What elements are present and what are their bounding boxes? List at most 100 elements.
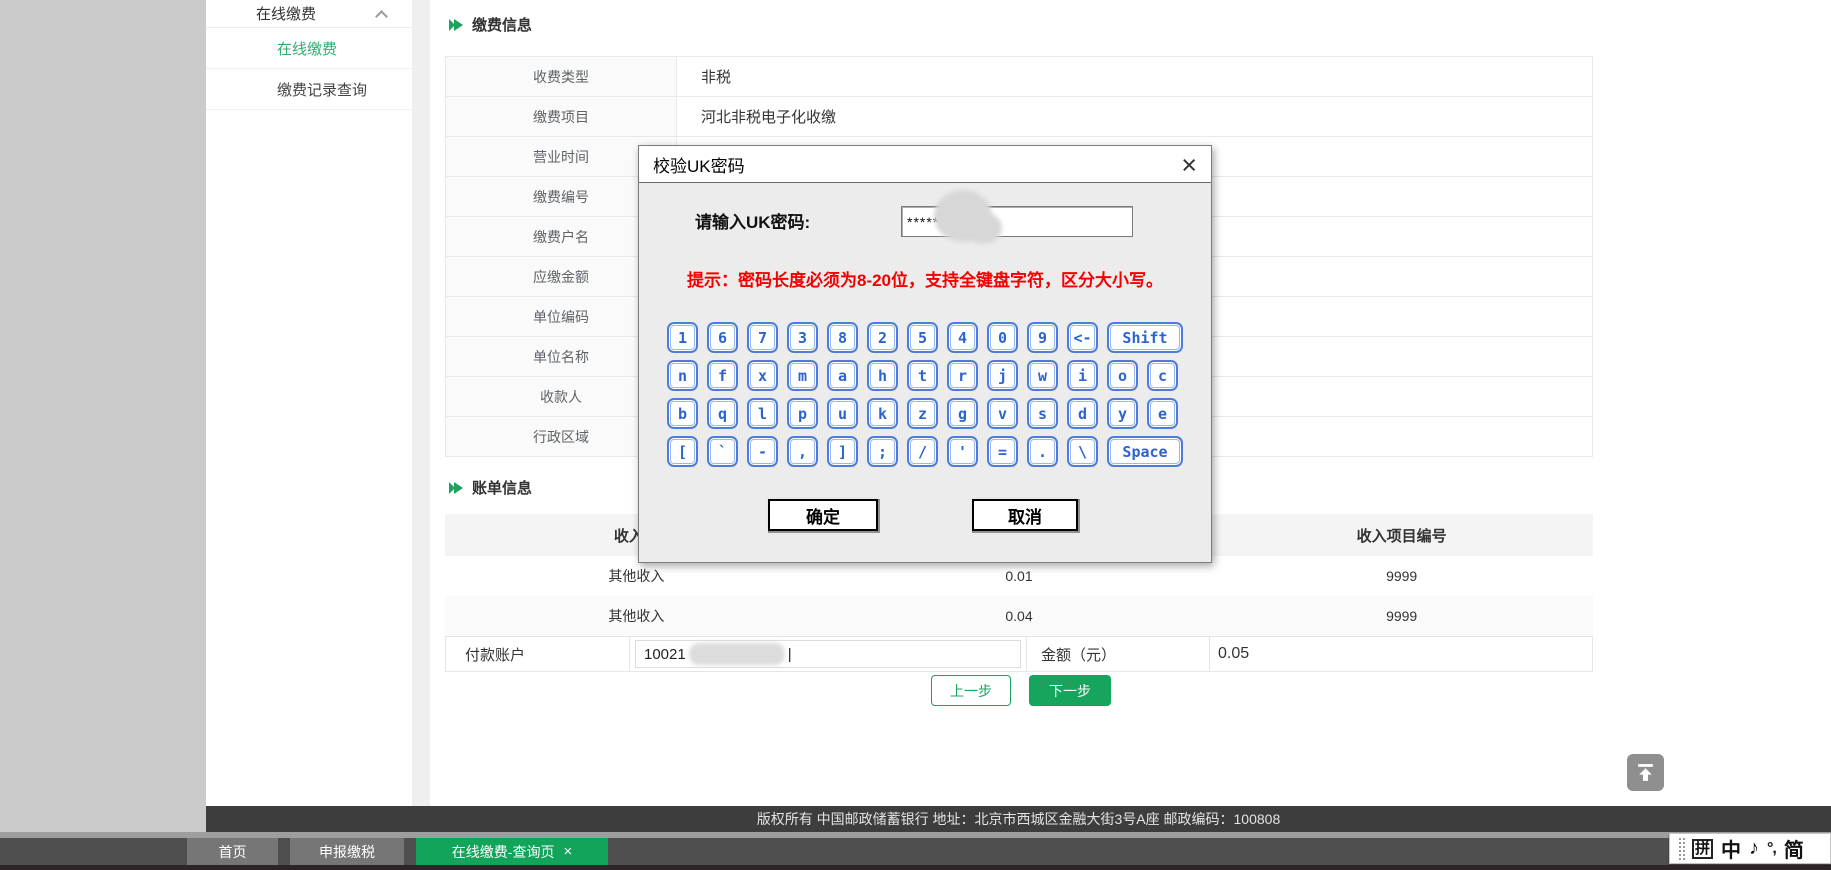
- key-backslash[interactable]: \: [1067, 436, 1098, 467]
- key-shift[interactable]: Shift: [1107, 322, 1183, 353]
- key--[interactable]: -: [747, 436, 778, 467]
- section-header-bill-info: 账单信息: [449, 477, 532, 498]
- sidebar-item[interactable]: 在线缴费: [206, 28, 412, 69]
- key-e[interactable]: e: [1147, 398, 1178, 429]
- key-7[interactable]: 7: [747, 322, 778, 353]
- bill-row: 其他收入0.049999: [445, 596, 1593, 636]
- key-][interactable]: ]: [827, 436, 858, 467]
- key-b[interactable]: b: [667, 398, 698, 429]
- bill-amount: 0.01: [828, 568, 1211, 584]
- key-g[interactable]: g: [947, 398, 978, 429]
- key-,[interactable]: ,: [787, 436, 818, 467]
- cancel-button[interactable]: 取消: [972, 499, 1078, 531]
- password-hint-text: 提示：密码长度必须为8-20位，支持全键盘字符，区分大小写。: [639, 266, 1211, 291]
- key-.[interactable]: .: [1027, 436, 1058, 467]
- dialog-titlebar: 校验UK密码: [639, 146, 1211, 183]
- key-`[interactable]: `: [707, 436, 738, 467]
- key-q[interactable]: q: [707, 398, 738, 429]
- key-'[interactable]: ': [947, 436, 978, 467]
- uk-password-label: 请输入UK密码:: [695, 208, 810, 238]
- key-4[interactable]: 4: [947, 322, 978, 353]
- ime-drag-handle-icon[interactable]: [1679, 838, 1685, 860]
- section-title: 账单信息: [472, 477, 532, 498]
- chinese-mode-icon[interactable]: 中: [1721, 834, 1741, 863]
- bill-name: 其他收入: [445, 606, 828, 626]
- sidebar-item-label: 缴费记录查询: [277, 79, 367, 100]
- key-=[interactable]: =: [987, 436, 1018, 467]
- key-o[interactable]: o: [1107, 360, 1138, 391]
- key-w[interactable]: w: [1027, 360, 1058, 391]
- taskbar-tab[interactable]: 在线缴费-查询页 ×: [416, 838, 608, 865]
- tab-close-icon[interactable]: ×: [563, 843, 572, 860]
- screen: 在线缴费 在线缴费缴费记录查询 缴费信息 收费类型非税缴费项目河北非税电子化收缴…: [0, 0, 1831, 870]
- key-/[interactable]: /: [907, 436, 938, 467]
- simplified-icon[interactable]: 简: [1784, 834, 1804, 863]
- back-to-top-button[interactable]: [1627, 754, 1664, 791]
- key-x[interactable]: x: [747, 360, 778, 391]
- key-5[interactable]: 5: [907, 322, 938, 353]
- taskbar-tab[interactable]: 首页: [187, 838, 278, 865]
- bill-code: 9999: [1210, 568, 1593, 584]
- sidebar-group-online-payment[interactable]: 在线缴费: [206, 0, 412, 28]
- redaction-smudge: [689, 643, 785, 665]
- prev-step-button[interactable]: 上一步: [931, 675, 1011, 706]
- key-m[interactable]: m: [787, 360, 818, 391]
- key-backspace[interactable]: <-: [1067, 322, 1098, 353]
- key-t[interactable]: t: [907, 360, 938, 391]
- pinyin-icon[interactable]: 拼: [1692, 839, 1713, 859]
- bill-header-code: 收入项目编号: [1210, 525, 1593, 546]
- table-row: 缴费项目河北非税电子化收缴: [446, 97, 1592, 137]
- key-p[interactable]: p: [787, 398, 818, 429]
- ime-language-bar[interactable]: 拼中 ♪ °, 简: [1669, 833, 1831, 864]
- key-j[interactable]: j: [987, 360, 1018, 391]
- key-[[interactable]: [: [667, 436, 698, 467]
- taskbar-tab-label: 首页: [219, 842, 247, 862]
- key-i[interactable]: i: [1067, 360, 1098, 391]
- next-step-button[interactable]: 下一步: [1029, 675, 1111, 706]
- payment-account-input[interactable]: 10021 |: [635, 640, 1021, 668]
- key-s[interactable]: s: [1027, 398, 1058, 429]
- key-z[interactable]: z: [907, 398, 938, 429]
- payment-account-cell: 10021 |: [630, 637, 1027, 671]
- key-a[interactable]: a: [827, 360, 858, 391]
- key-6[interactable]: 6: [707, 322, 738, 353]
- key-h[interactable]: h: [867, 360, 898, 391]
- text-cursor: |: [788, 646, 792, 663]
- key-r[interactable]: r: [947, 360, 978, 391]
- ime-icons: 拼中 ♪ °, 简: [1692, 834, 1804, 863]
- row-label: 缴费项目: [446, 97, 677, 136]
- key-8[interactable]: 8: [827, 322, 858, 353]
- key-d[interactable]: d: [1067, 398, 1098, 429]
- punctuation-icon[interactable]: °,: [1767, 840, 1776, 858]
- key-;[interactable]: ;: [867, 436, 898, 467]
- payment-account-row: 付款账户 10021 | 金额（元） 0.05: [445, 636, 1593, 672]
- key-v[interactable]: v: [987, 398, 1018, 429]
- sidebar-item[interactable]: 缴费记录查询: [206, 69, 412, 110]
- bottom-strip: [0, 865, 1831, 870]
- sidebar-items: 在线缴费缴费记录查询: [206, 28, 412, 110]
- fullwidth-icon[interactable]: ♪: [1749, 837, 1759, 860]
- bill-amount: 0.04: [828, 608, 1211, 624]
- key-l[interactable]: l: [747, 398, 778, 429]
- key-2[interactable]: 2: [867, 322, 898, 353]
- key-k[interactable]: k: [867, 398, 898, 429]
- keyboard-row: [ `-,]; / ' =. \ Space: [667, 436, 1187, 467]
- key-y[interactable]: y: [1107, 398, 1138, 429]
- key-0[interactable]: 0: [987, 322, 1018, 353]
- key-n[interactable]: n: [667, 360, 698, 391]
- close-icon[interactable]: ×: [1181, 148, 1197, 182]
- key-3[interactable]: 3: [787, 322, 818, 353]
- ok-button[interactable]: 确定: [768, 499, 878, 531]
- key-u[interactable]: u: [827, 398, 858, 429]
- key-9[interactable]: 9: [1027, 322, 1058, 353]
- redaction-smudge: [934, 190, 992, 242]
- key-1[interactable]: 1: [667, 322, 698, 353]
- taskbar-tab-label: 在线缴费-查询页: [452, 842, 555, 862]
- row-value: 非税: [677, 57, 1592, 96]
- key-space[interactable]: Space: [1107, 436, 1183, 467]
- key-f[interactable]: f: [707, 360, 738, 391]
- taskbar-tab[interactable]: 申报缴税: [290, 838, 404, 865]
- account-number-prefix: 10021: [644, 646, 686, 663]
- amount-value: 0.05: [1210, 637, 1592, 671]
- key-c[interactable]: c: [1147, 360, 1178, 391]
